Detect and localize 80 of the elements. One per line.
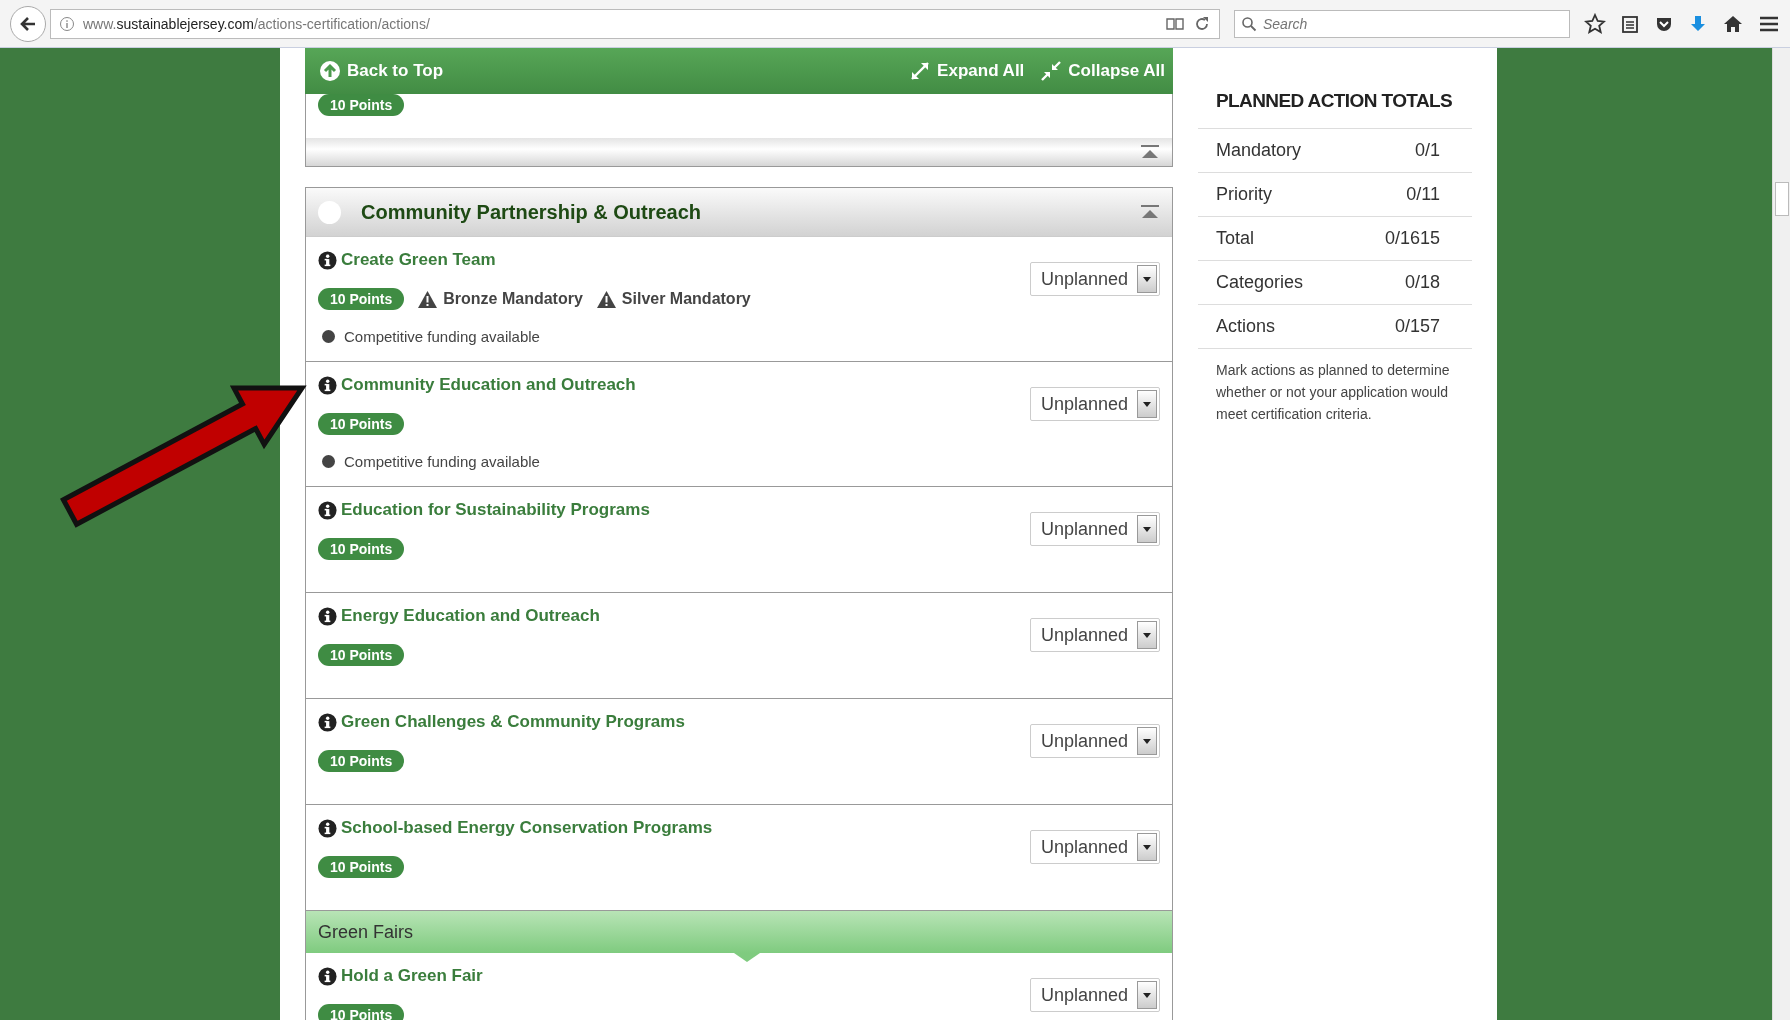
status-dropdown[interactable]: Unplanned [1030,830,1160,864]
bullet-icon [322,455,335,468]
totals-value: 0/11 [1406,184,1440,205]
caret-icon [1143,526,1151,532]
action-title-link[interactable]: Education for Sustainability Programs [341,500,650,520]
action-title-link[interactable]: School-based Energy Conservation Programs [341,818,713,838]
collapse-all-link[interactable]: Collapse All [1040,60,1165,82]
points-badge: 10 Points [318,1004,405,1020]
info-icon [59,15,75,32]
scrollbar[interactable] [1772,48,1790,1020]
status-dropdown[interactable]: Unplanned [1030,724,1160,758]
points-badge: 10 Points [318,413,405,435]
reload-icon[interactable] [1193,14,1211,33]
caret-icon [1143,738,1151,744]
collapse-section-icon[interactable] [1140,144,1160,160]
reading-list-icon[interactable] [1620,13,1640,34]
points-badge: 10 Points [318,644,405,666]
funding-note: Competitive funding available [344,328,540,345]
bookmark-star-icon[interactable] [1584,12,1606,35]
totals-label: Categories [1216,272,1304,293]
action-title-link[interactable]: Create Green Team [341,250,496,270]
caret-icon [1143,276,1151,282]
url-text: www.sustainablejersey.com/actions-certification/actions/ [83,15,431,32]
points-badge: 10 Points [318,288,405,310]
reader-view-icon[interactable] [1165,15,1185,32]
points-badge: 10 Points [318,856,405,878]
status-dropdown[interactable]: Unplanned [1030,512,1160,546]
home-icon[interactable] [1722,13,1744,34]
status-dropdown[interactable]: Unplanned [1030,618,1160,652]
section-status-icon [318,200,341,224]
address-field[interactable]: www.sustainablejersey.com/actions-certification/actions/ [50,8,1220,39]
info-icon[interactable] [318,966,337,986]
info-icon[interactable] [318,712,337,732]
action-title-link[interactable]: Green Challenges & Community Programs [341,712,685,732]
back-button[interactable] [10,5,46,42]
search-field[interactable]: Search [1234,9,1570,38]
totals-value: 0/1 [1414,140,1440,161]
status-dropdown[interactable]: Unplanned [1030,262,1160,296]
info-icon[interactable] [318,606,337,626]
totals-label: Priority [1216,184,1272,205]
collapse-icon [1040,60,1063,82]
expand-icon [909,60,932,82]
totals-value: 0/157 [1394,316,1440,337]
pointer-notch [734,953,760,962]
caret-icon [1143,844,1151,850]
totals-label: Mandatory [1216,140,1302,161]
totals-label: Actions [1216,316,1276,337]
bullet-icon [322,330,335,343]
funding-note: Competitive funding available [344,453,540,470]
action-title-link[interactable]: Energy Education and Outreach [341,606,600,626]
caret-icon [1143,401,1151,407]
totals-note: Mark actions as planned to determine whether or not your application would meet certification criteria. [1215,361,1451,424]
mandatory-label: Silver Mandatory [621,290,751,308]
action-title-link[interactable]: Hold a Green Fair [341,966,483,986]
info-icon[interactable] [318,250,337,270]
collapse-section-icon[interactable] [1140,204,1160,220]
status-dropdown[interactable]: Unplanned [1030,978,1160,1012]
action-title-link[interactable]: Community Education and Outreach [341,375,636,395]
section-header[interactable]: Community Partnership & Outreach [306,188,1172,237]
info-icon[interactable] [318,375,337,395]
caret-icon [1143,992,1151,998]
points-badge: 10 Points [318,750,405,772]
subsection-title: Green Fairs [318,921,414,943]
expand-all-link[interactable]: Expand All [909,60,1025,82]
warning-icon [596,290,616,308]
search-icon [1241,15,1257,32]
caret-icon [1143,632,1151,638]
section-title: Community Partnership & Outreach [361,200,702,224]
totals-label: Total [1216,228,1255,249]
totals-value: 0/1615 [1384,228,1440,249]
mandatory-label: Bronze Mandatory [443,290,583,308]
points-badge: 10 Points [318,538,405,560]
totals-heading: PLANNED ACTION TOTALS [1198,90,1472,129]
status-dropdown[interactable]: Unplanned [1030,387,1160,421]
points-badge: 10 Points [318,94,405,116]
totals-value: 0/18 [1404,272,1440,293]
info-icon[interactable] [318,818,337,838]
back-to-top-link[interactable]: Back to Top [319,60,444,82]
info-icon[interactable] [318,500,337,520]
warning-icon [418,290,438,308]
